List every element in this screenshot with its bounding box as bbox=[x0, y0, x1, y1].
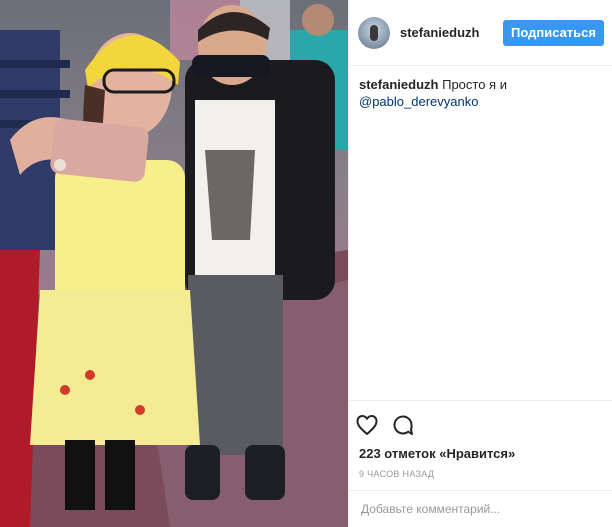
post-actions: 223 отметок «Нравится» 9 часов назад bbox=[349, 400, 612, 479]
post-caption: stefanieduzh Просто я и @pablo_derevyank… bbox=[349, 66, 612, 316]
post-photo[interactable] bbox=[0, 0, 348, 527]
caption-text: Просто я и bbox=[442, 77, 507, 92]
photo-illustration bbox=[0, 0, 348, 527]
avatar[interactable] bbox=[358, 16, 390, 49]
caption-username[interactable]: stefanieduzh bbox=[359, 77, 438, 92]
likes-count[interactable]: 223 отметок «Нравится» bbox=[359, 446, 612, 461]
comment-icon[interactable] bbox=[391, 413, 415, 437]
post-header: stefanieduzh Подписаться bbox=[349, 0, 612, 66]
action-icons bbox=[355, 410, 612, 440]
heart-icon[interactable] bbox=[355, 413, 379, 437]
post-sidebar: stefanieduzh Подписаться stefanieduzh Пр… bbox=[348, 0, 612, 527]
caption-mention[interactable]: @pablo_derevyanko bbox=[359, 94, 478, 109]
comment-box bbox=[349, 490, 612, 527]
author-username[interactable]: stefanieduzh bbox=[400, 25, 503, 40]
comment-input[interactable] bbox=[359, 501, 593, 517]
instagram-post: stefanieduzh Подписаться stefanieduzh Пр… bbox=[0, 0, 612, 527]
post-timestamp[interactable]: 9 часов назад bbox=[359, 469, 612, 479]
follow-button[interactable]: Подписаться bbox=[502, 19, 604, 46]
